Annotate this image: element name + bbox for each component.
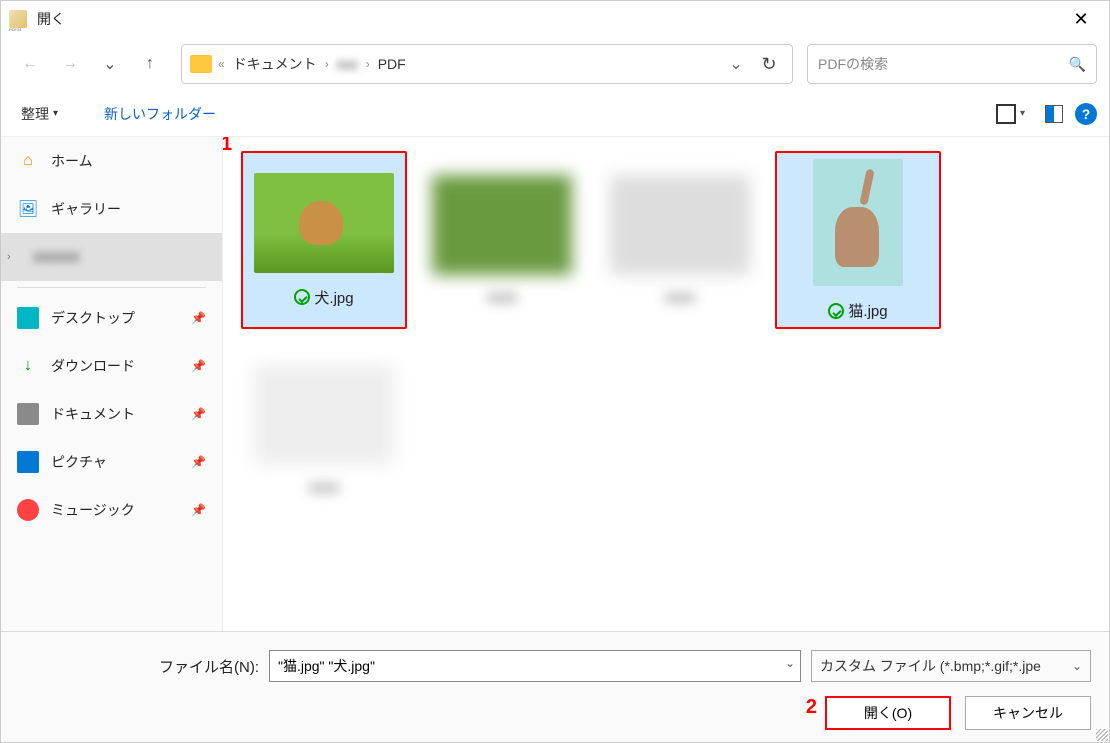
view-dropdown[interactable]: ▾ xyxy=(1020,108,1025,119)
window-title: 開く xyxy=(37,9,1061,29)
pin-icon[interactable]: 📌 xyxy=(191,455,206,469)
file-label-blur: xxxx xyxy=(487,289,517,306)
breadcrumb-blurred[interactable]: xxx xyxy=(335,56,360,72)
search-placeholder: PDFの検索 xyxy=(818,54,888,74)
toolbar: 整理▾ 新しいフォルダー ▾ ? xyxy=(1,91,1109,137)
chevron-down-icon: ⌄ xyxy=(1072,659,1082,673)
sidebar-home[interactable]: ⌂ ホーム xyxy=(1,137,222,185)
file-list[interactable]: 1 犬.jpg xxxx xxxx 猫.jpg xyxy=(223,137,1109,631)
filename-dropdown[interactable]: ⌄ xyxy=(785,656,795,670)
title-bar: 開く ✕ xyxy=(1,1,1109,37)
folder-icon xyxy=(190,55,212,73)
back-button[interactable]: ← xyxy=(13,47,47,81)
thumbnail-blur xyxy=(610,175,750,275)
file-item-blur[interactable]: xxxx xyxy=(419,151,585,329)
sidebar-divider xyxy=(17,287,206,288)
file-item-blur[interactable]: xxxx xyxy=(597,151,763,329)
sidebar-gallery[interactable]: 🖼 ギャラリー xyxy=(1,185,222,233)
document-icon xyxy=(17,403,39,425)
cancel-button[interactable]: キャンセル xyxy=(965,696,1091,730)
recent-dropdown[interactable]: ⌄ xyxy=(93,47,127,81)
up-button[interactable]: ↑ xyxy=(133,47,167,81)
body: ⌂ ホーム 🖼 ギャラリー › XXXXX デスクトップ 📌 ↓ ダウンロード … xyxy=(1,137,1109,631)
file-label-blur: xxxx xyxy=(665,289,695,306)
address-bar[interactable]: « ドキュメント › xxx › PDF ⌄ ↻ xyxy=(181,44,793,84)
sidebar-documents[interactable]: ドキュメント 📌 xyxy=(1,390,222,438)
help-button[interactable]: ? xyxy=(1075,103,1097,125)
refresh-button[interactable]: ↻ xyxy=(754,54,784,75)
pin-icon[interactable]: 📌 xyxy=(191,359,206,373)
organize-menu[interactable]: 整理▾ xyxy=(13,100,66,128)
download-icon: ↓ xyxy=(17,355,39,377)
home-icon: ⌂ xyxy=(17,150,39,172)
breadcrumb-documents[interactable]: ドキュメント xyxy=(231,54,319,74)
pin-icon[interactable]: 📌 xyxy=(191,407,206,421)
forward-button[interactable]: → xyxy=(53,47,87,81)
pin-icon[interactable]: 📌 xyxy=(191,311,206,325)
filename-label: ファイル名(N): xyxy=(159,656,259,677)
desktop-icon xyxy=(17,307,39,329)
thumbnail-dog xyxy=(254,173,394,273)
pin-icon[interactable]: 📌 xyxy=(191,503,206,517)
bottom-panel: ファイル名(N): ⌄ カスタム ファイル (*.bmp;*.gif;*.jpe… xyxy=(1,631,1109,742)
view-icon[interactable] xyxy=(996,104,1016,124)
sidebar-downloads[interactable]: ↓ ダウンロード 📌 xyxy=(1,342,222,390)
close-button[interactable]: ✕ xyxy=(1061,1,1101,37)
thumbnail-cat xyxy=(813,159,903,286)
thumbnail-blur xyxy=(432,175,572,275)
synced-icon xyxy=(294,289,310,305)
chevron-right-icon: › xyxy=(366,57,370,71)
file-label: 犬.jpg xyxy=(294,287,353,308)
filename-input[interactable] xyxy=(269,650,801,682)
file-label: 猫.jpg xyxy=(828,300,887,321)
sidebar: ⌂ ホーム 🖼 ギャラリー › XXXXX デスクトップ 📌 ↓ ダウンロード … xyxy=(1,137,223,631)
gallery-icon: 🖼 xyxy=(17,198,39,220)
synced-icon xyxy=(828,303,844,319)
search-input[interactable]: PDFの検索 🔍 xyxy=(807,44,1097,84)
sidebar-desktop[interactable]: デスクトップ 📌 xyxy=(1,294,222,342)
app-icon xyxy=(9,10,27,28)
pictures-icon xyxy=(17,451,39,473)
sidebar-music[interactable]: ミュージック 📌 xyxy=(1,486,222,534)
file-label-blur: xxxx xyxy=(309,479,339,496)
nav-row: ← → ⌄ ↑ « ドキュメント › xxx › PDF ⌄ ↻ PDFの検索 … xyxy=(1,37,1109,91)
preview-pane-toggle[interactable] xyxy=(1045,105,1063,123)
sidebar-blurred-item[interactable]: › XXXXX xyxy=(1,233,222,281)
search-icon: 🔍 xyxy=(1069,56,1086,73)
resize-grip[interactable] xyxy=(1096,729,1108,741)
sidebar-pictures[interactable]: ピクチャ 📌 xyxy=(1,438,222,486)
annotation-2: 2 xyxy=(806,696,817,719)
new-folder-button[interactable]: 新しいフォルダー xyxy=(96,100,224,128)
filetype-dropdown[interactable]: カスタム ファイル (*.bmp;*.gif;*.jpe ⌄ xyxy=(811,650,1091,682)
annotation-1: 1 xyxy=(223,137,232,156)
file-item-dog[interactable]: 犬.jpg xyxy=(241,151,407,329)
open-button[interactable]: 開く(O) xyxy=(825,696,951,730)
music-icon xyxy=(17,499,39,521)
chevron-right-icon: › xyxy=(325,57,329,71)
thumbnail-blur xyxy=(254,365,394,465)
file-item-blur[interactable]: xxxx xyxy=(241,341,407,519)
expand-chevron-icon[interactable]: › xyxy=(7,251,21,263)
breadcrumb-pdf[interactable]: PDF xyxy=(376,56,408,72)
file-item-cat[interactable]: 猫.jpg xyxy=(775,151,941,329)
breadcrumb-chevron: « xyxy=(218,57,225,71)
address-dropdown[interactable]: ⌄ xyxy=(724,54,748,74)
